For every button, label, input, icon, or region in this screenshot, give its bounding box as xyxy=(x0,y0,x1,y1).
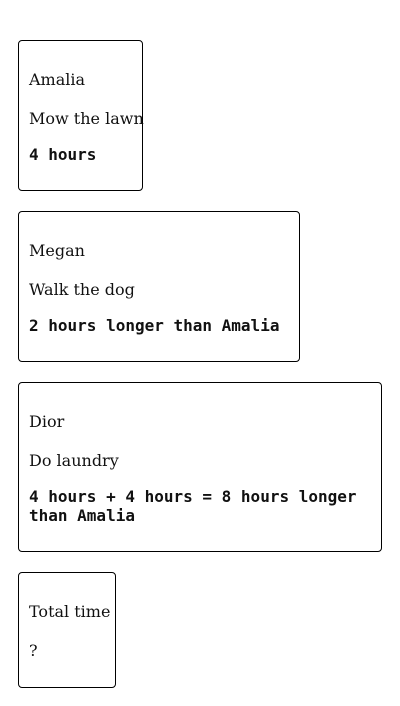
person-card-megan: Megan Walk the dog 2 hours longer than A… xyxy=(18,211,300,362)
chore-task: Mow the lawn xyxy=(29,109,144,128)
chore-time: 2 hours longer than Amalia xyxy=(29,316,280,335)
total-time-value: ? xyxy=(29,641,38,660)
chore-task: Walk the dog xyxy=(29,280,135,299)
total-time-card: Total time ? xyxy=(18,572,116,688)
person-name: Amalia xyxy=(29,70,86,89)
chore-time: 4 hours xyxy=(29,145,97,164)
person-card-dior: Dior Do laundry 4 hours + 4 hours = 8 ho… xyxy=(18,382,382,552)
person-name: Megan xyxy=(29,241,85,260)
person-name: Dior xyxy=(29,412,65,431)
chore-time: 4 hours + 4 hours = 8 hours longer than … xyxy=(29,487,357,525)
total-time-label: Total time xyxy=(29,602,111,621)
person-card-amalia: Amalia Mow the lawn 4 hours xyxy=(18,40,144,191)
chore-task: Do laundry xyxy=(29,451,119,470)
